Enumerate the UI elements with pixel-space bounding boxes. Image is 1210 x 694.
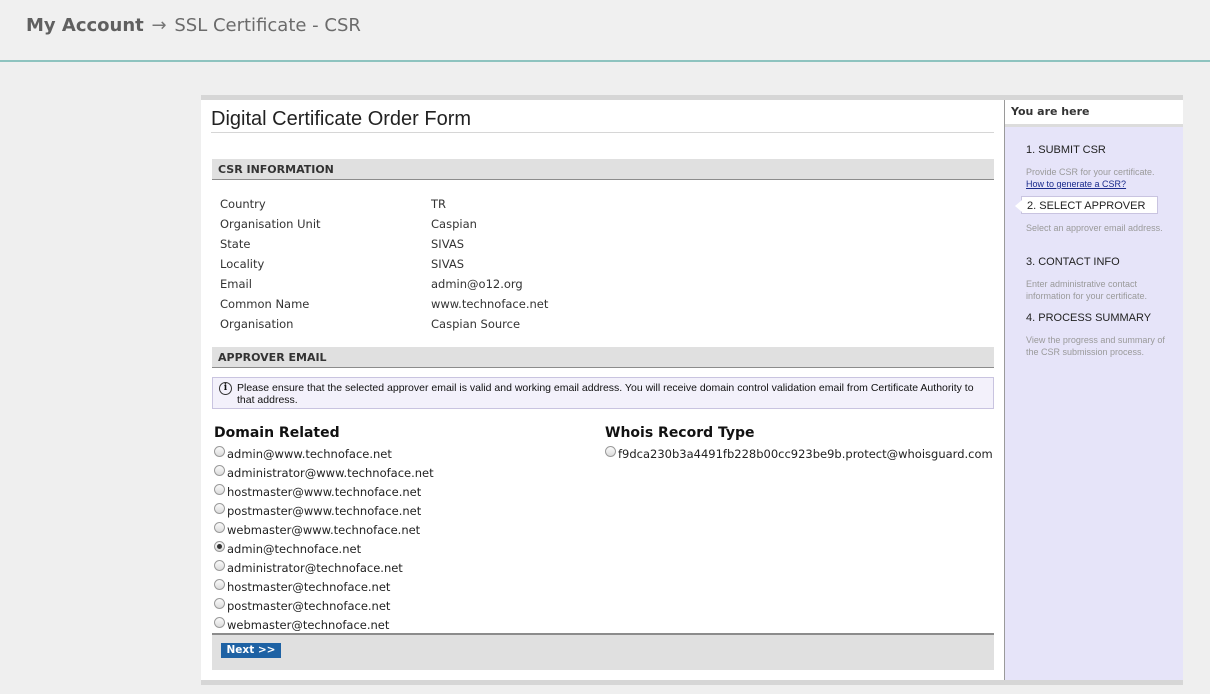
step-description-3: Enter administrative contact information…	[1026, 278, 1174, 302]
breadcrumb-current: SSL Certificate - CSR	[174, 15, 361, 36]
approver-radio[interactable]	[214, 560, 225, 571]
csr-information-header: CSR INFORMATION	[212, 159, 994, 180]
csr-value: www.technoface.net	[431, 297, 549, 311]
step-description-text: Enter administrative contact information…	[1026, 279, 1148, 301]
csr-value: admin@o12.org	[431, 277, 523, 291]
approver-radio[interactable]	[214, 484, 225, 495]
approver-email-header: APPROVER EMAIL	[212, 347, 994, 368]
approver-email-label: webmaster@technoface.net	[227, 618, 390, 632]
you-are-here-label: You are here	[1005, 100, 1183, 127]
breadcrumb: My Account → SSL Certificate - CSR	[26, 15, 361, 36]
notice-text: Please ensure that the selected approver…	[237, 382, 974, 406]
csr-value: SIVAS	[431, 257, 464, 271]
progress-sidebar: You are here 1. SUBMIT CSR Provide CSR fo…	[1004, 100, 1183, 680]
approver-email-label: administrator@technoface.net	[227, 561, 403, 575]
step-description-text: Select an approver email address.	[1026, 223, 1163, 233]
step-title-4: 4. PROCESS SUMMARY	[1026, 312, 1152, 324]
step-description-text: View the progress and summary of the CSR…	[1026, 335, 1165, 357]
approver-radio[interactable]	[214, 465, 225, 476]
approver-email-label: webmaster@www.technoface.net	[227, 523, 421, 537]
approver-email-label: postmaster@technoface.net	[227, 599, 391, 613]
approver-email-label: admin@technoface.net	[227, 542, 362, 556]
approver-radio[interactable]	[605, 446, 616, 457]
whois-record-heading: Whois Record Type	[605, 425, 755, 441]
how-to-generate-csr-link[interactable]: How to generate a CSR?	[1026, 178, 1174, 190]
step-title-2: 2. SELECT APPROVER	[1015, 196, 1158, 214]
approver-radio[interactable]	[214, 617, 225, 628]
info-icon: i	[219, 382, 232, 395]
approver-email-label: postmaster@www.technoface.net	[227, 504, 422, 518]
breadcrumb-my-account[interactable]: My Account	[26, 15, 144, 36]
csr-label: Common Name	[220, 297, 310, 311]
csr-label: Locality	[220, 257, 265, 271]
csr-value: TR	[431, 197, 447, 211]
csr-label: Country	[220, 197, 266, 211]
csr-value: Caspian	[431, 217, 477, 231]
approver-email-label: admin@www.technoface.net	[227, 447, 392, 461]
form-footer: Next >>	[212, 633, 994, 670]
approver-radio[interactable]	[214, 522, 225, 533]
approver-radio[interactable]	[214, 541, 225, 552]
csr-label: State	[220, 237, 251, 251]
approver-radio[interactable]	[214, 579, 225, 590]
csr-value: Caspian Source	[431, 317, 521, 331]
approver-radio[interactable]	[214, 503, 225, 514]
order-form: Digital Certificate Order Form CSR INFOR…	[201, 100, 1004, 680]
approver-email-label: administrator@www.technoface.net	[227, 466, 434, 480]
approver-radio[interactable]	[214, 446, 225, 457]
next-button[interactable]: Next >>	[221, 643, 281, 658]
step-description-2: Select an approver email address.	[1026, 222, 1174, 234]
step-description-4: View the progress and summary of the CSR…	[1026, 334, 1174, 358]
csr-label: Organisation Unit	[220, 217, 321, 231]
domain-related-heading: Domain Related	[214, 425, 340, 441]
page-title: Digital Certificate Order Form	[211, 108, 994, 133]
approver-notice: i Please ensure that the selected approv…	[212, 377, 994, 409]
step-description-1: Provide CSR for your certificate. How to …	[1026, 166, 1174, 190]
approver-email-label: f9dca230b3a4491fb228b00cc923be9b.protect…	[618, 447, 993, 461]
breadcrumb-separator: →	[151, 15, 167, 36]
step-title-3: 3. CONTACT INFO	[1026, 256, 1120, 268]
order-form-card: Digital Certificate Order Form CSR INFOR…	[201, 95, 1183, 685]
csr-value: SIVAS	[431, 237, 464, 251]
approver-email-label: hostmaster@www.technoface.net	[227, 485, 422, 499]
top-bar: My Account → SSL Certificate - CSR	[0, 0, 1210, 62]
step-description-text: Provide CSR for your certificate.	[1026, 167, 1155, 177]
approver-email-label: hostmaster@technoface.net	[227, 580, 391, 594]
approver-radio[interactable]	[214, 598, 225, 609]
step-title-1: 1. SUBMIT CSR	[1026, 144, 1106, 156]
csr-label: Organisation	[220, 317, 294, 331]
csr-label: Email	[220, 277, 252, 291]
